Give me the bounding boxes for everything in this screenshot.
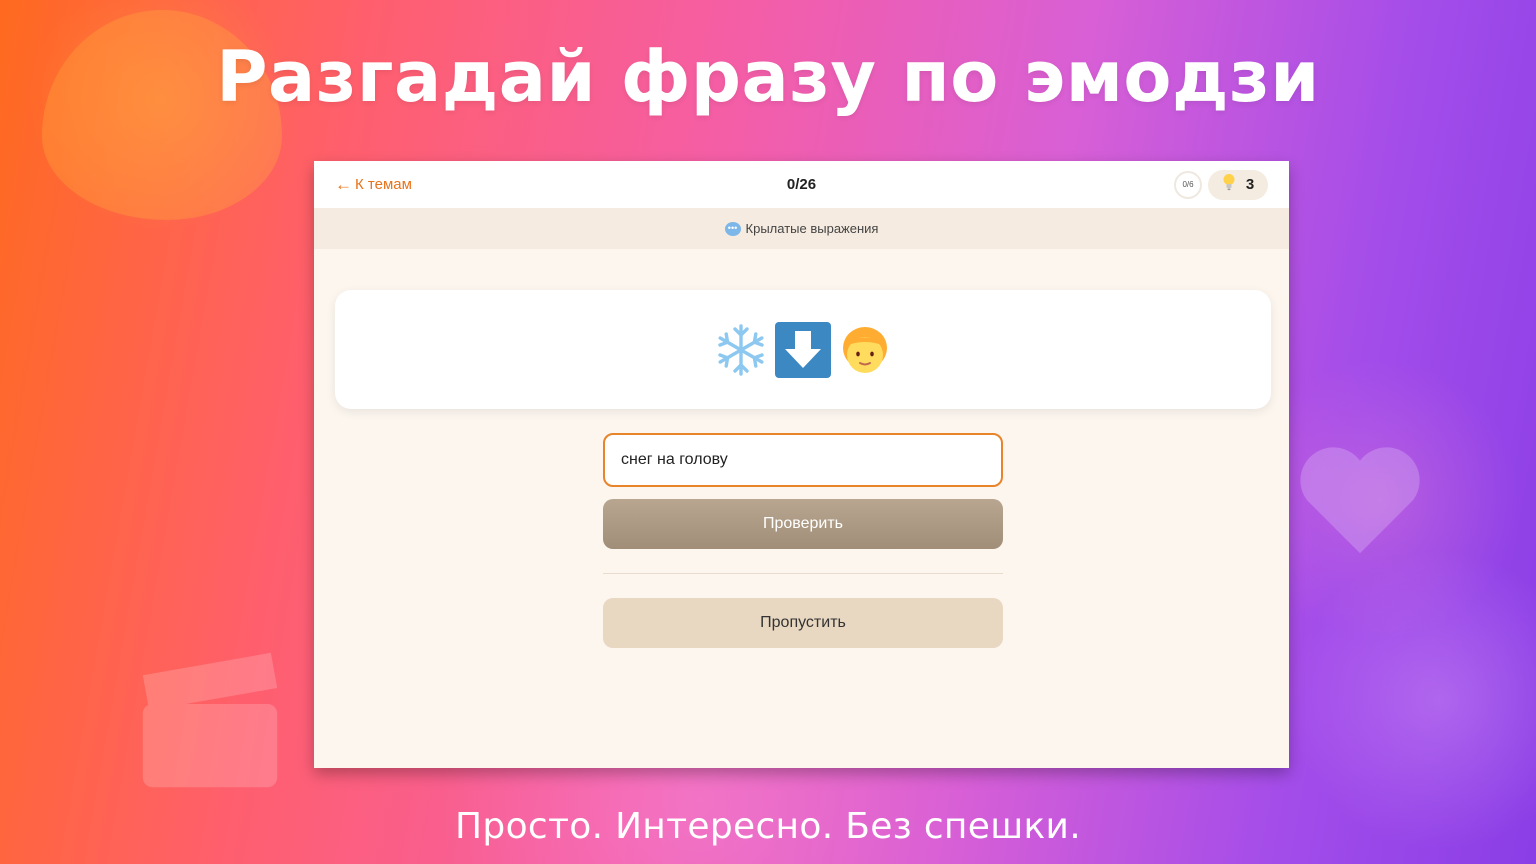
hints-count: 3 — [1245, 176, 1255, 193]
emoji-puzzle-card — [335, 290, 1271, 409]
stats-group: 0/6 3 — [1174, 169, 1268, 200]
skip-button[interactable]: Пропустить — [603, 598, 1003, 648]
person-icon — [837, 322, 893, 378]
check-button[interactable]: Проверить — [603, 499, 1003, 549]
divider — [603, 573, 1003, 574]
back-to-topics-link[interactable]: ← К темам — [335, 175, 412, 195]
progress-counter: 0/26 — [786, 176, 817, 193]
page-headline: Разгадай фразу по эмодзи — [216, 36, 1320, 118]
hints-button[interactable]: 3 — [1208, 169, 1268, 200]
answer-input[interactable] — [603, 433, 1003, 487]
clapperboard-decoration-icon — [142, 652, 278, 788]
back-link-label: К темам — [355, 176, 412, 193]
lightbulb-icon — [1222, 173, 1236, 196]
score-indicator: 0/6 — [1174, 170, 1202, 199]
top-bar: ← К темам 0/26 0/6 3 — [314, 161, 1289, 208]
page-tagline: Просто. Интересно. Без спешки. — [455, 806, 1081, 847]
back-arrow-icon: ← — [335, 174, 352, 194]
speech-bubble-icon: ••• — [724, 221, 741, 236]
game-window: ← К темам 0/26 0/6 3 ••• Крылатые выраже… — [314, 161, 1289, 768]
heart-decoration-icon — [1300, 447, 1420, 554]
topic-bar: ••• Крылатые выражения — [314, 208, 1289, 249]
snowflake-icon — [713, 322, 769, 378]
down-arrow-icon — [775, 321, 831, 378]
topic-label: Крылатые выражения — [745, 221, 879, 236]
